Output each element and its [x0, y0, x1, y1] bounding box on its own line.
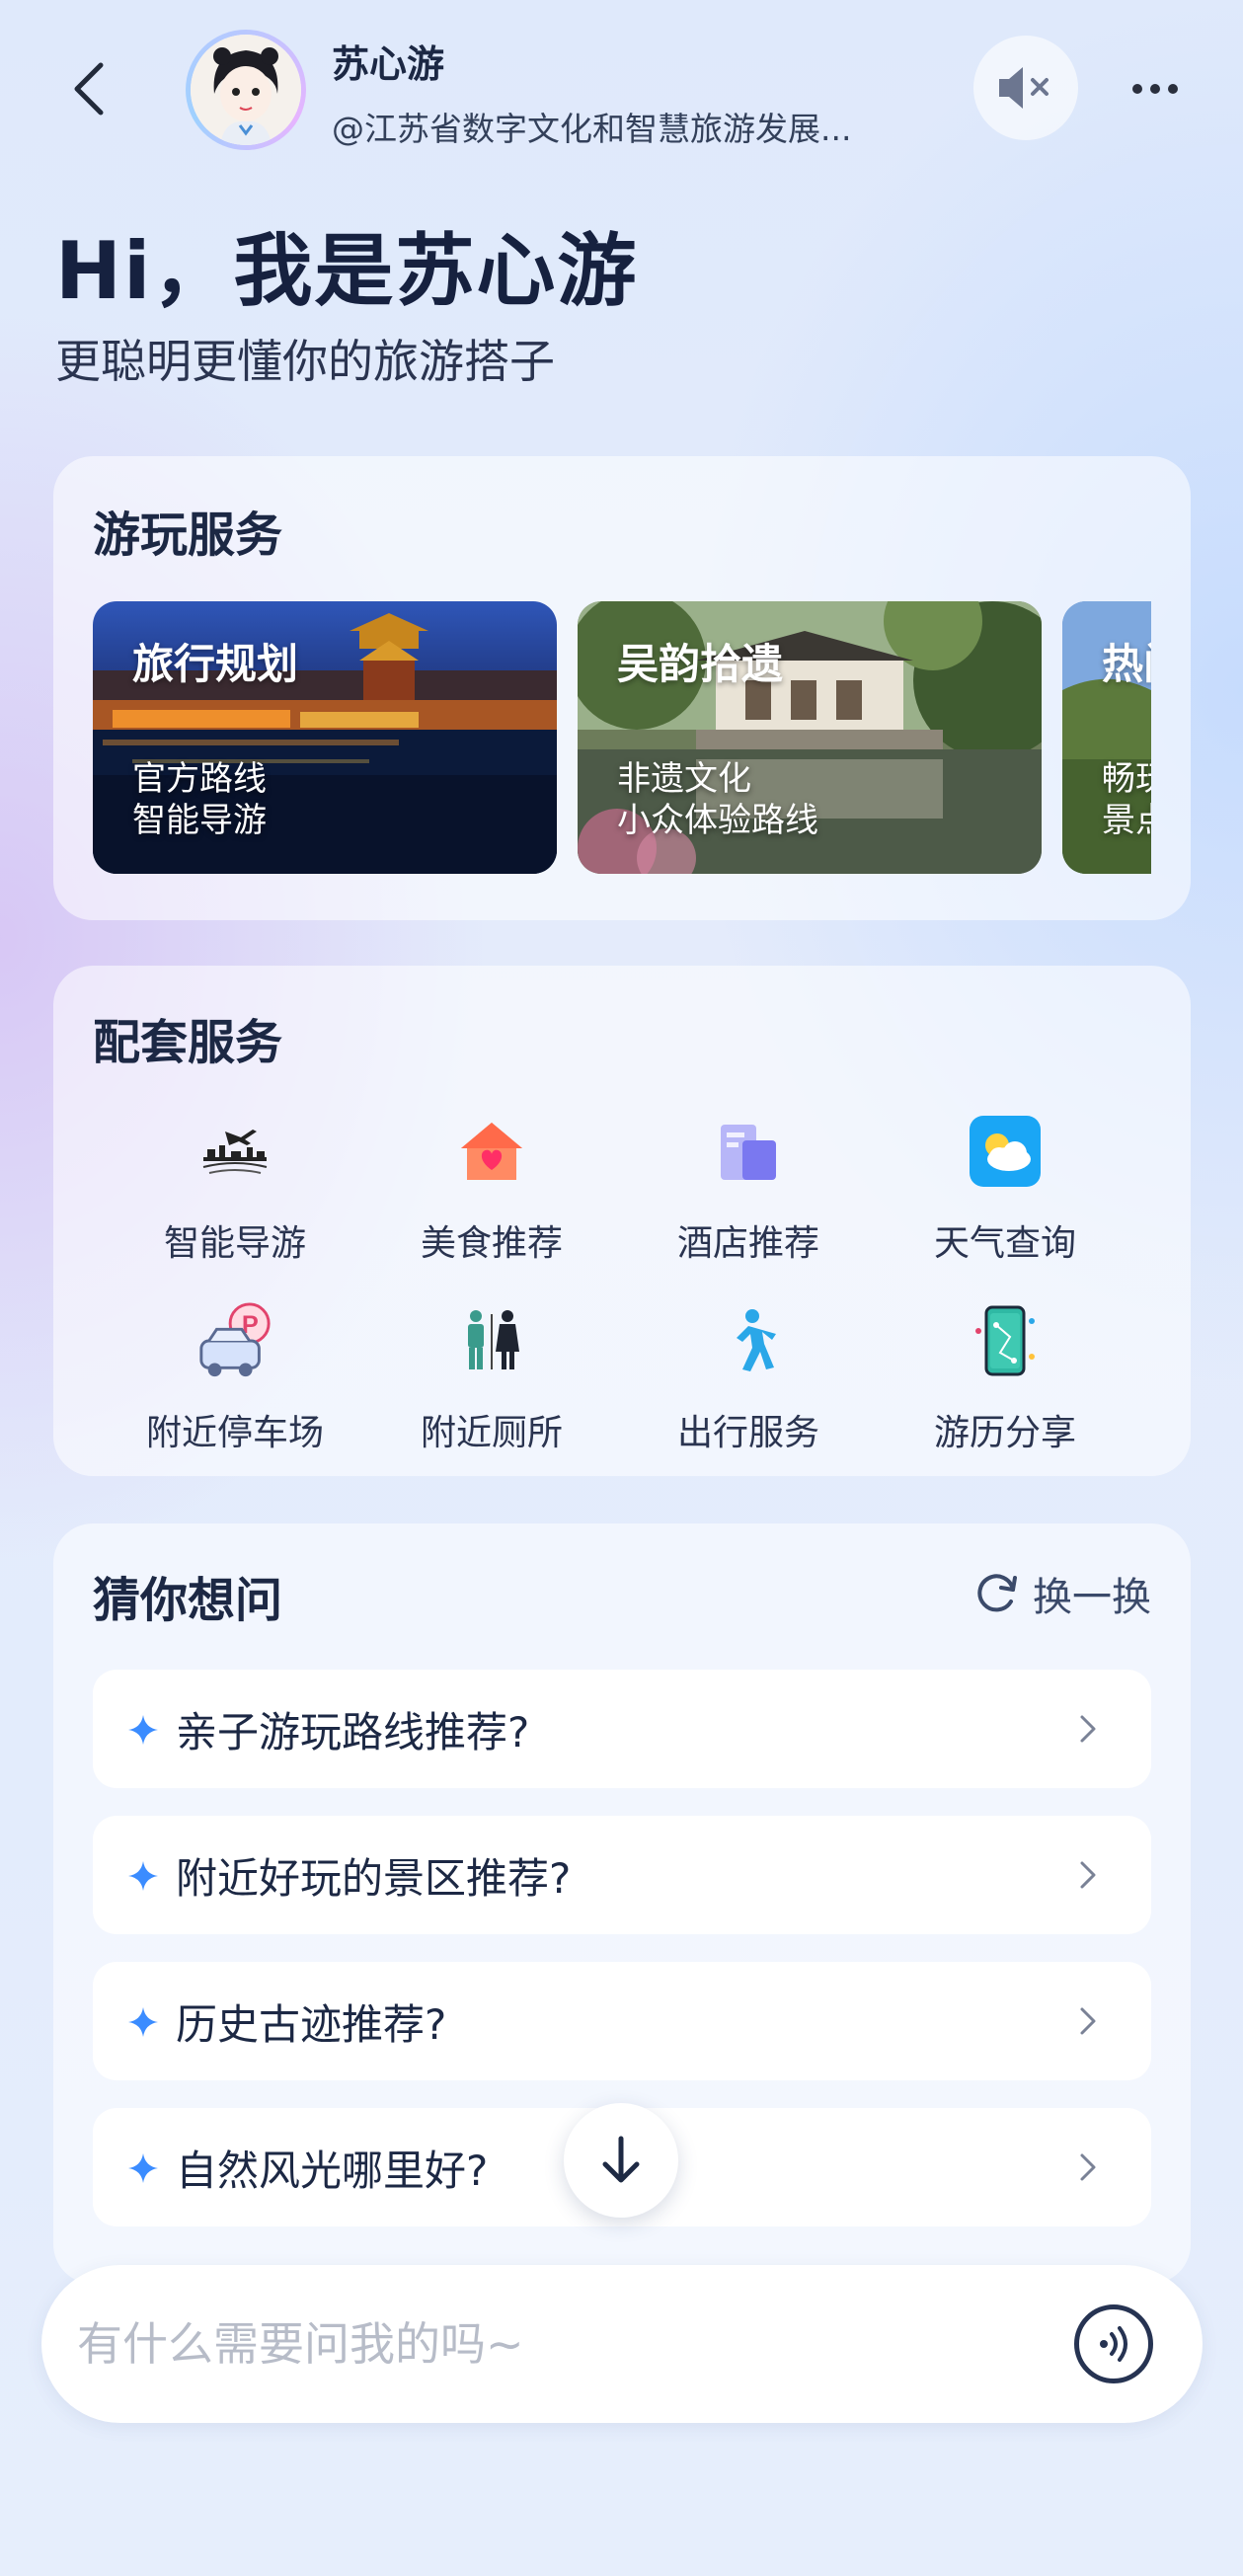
assistant-name: 苏心游	[332, 42, 445, 86]
sparkle-icon	[128, 1861, 158, 1891]
scroll-down-button[interactable]	[564, 2103, 678, 2218]
more-dots-icon	[1132, 84, 1142, 94]
restroom-icon	[452, 1301, 531, 1380]
voice-wave-icon	[1100, 2326, 1127, 2362]
speaker-muted-icon	[999, 67, 1049, 109]
chevron-right-icon	[1080, 1715, 1096, 1743]
question-text: 历史古迹推荐?	[176, 2000, 447, 2049]
service-smart-guide[interactable]: 智能导游	[117, 1112, 353, 1280]
question-item[interactable]: 附近好玩的景区推荐?	[93, 1816, 1151, 1934]
voice-button[interactable]	[1074, 2304, 1153, 2383]
chevron-right-icon	[1080, 1861, 1096, 1889]
refresh-label: 换一换	[1033, 1575, 1151, 1620]
parking-icon: P	[195, 1301, 274, 1380]
travel-guide-icon	[195, 1112, 274, 1191]
avatar[interactable]	[186, 30, 306, 150]
tile-line: 智能导游	[132, 801, 267, 840]
more-button[interactable]	[1126, 67, 1185, 111]
service-label: 附近停车场	[145, 1413, 324, 1453]
play-service-card: 游玩服务 旅行规划 官方路线 智能导游 吴韵拾遗 非遗文化 小众体验路线 热 畅…	[53, 456, 1191, 920]
tile-wuyun-heritage[interactable]: 吴韵拾遗 非遗文化 小众体验路线	[578, 601, 1042, 874]
chevron-right-icon	[1080, 2153, 1096, 2181]
tile-title: 旅行规划	[132, 640, 299, 688]
support-service-title: 配套服务	[93, 1015, 283, 1070]
service-share[interactable]: 游历分享	[887, 1301, 1124, 1469]
tile-title: 吴韵拾遗	[617, 640, 784, 688]
tile-title: 热门	[1102, 640, 1151, 688]
service-label: 天气查询	[933, 1223, 1076, 1264]
mute-button[interactable]	[973, 36, 1078, 140]
hero-title: Hi，我是苏心游	[55, 225, 639, 317]
guess-title: 猜你想问	[93, 1573, 283, 1628]
service-hotel[interactable]: 酒店推荐	[630, 1112, 867, 1280]
play-service-title: 游玩服务	[93, 507, 283, 563]
tile-hot-spots[interactable]: 热门 畅玩 景点	[1062, 601, 1151, 874]
support-service-card: 配套服务 智能导游 美食推荐 酒店推荐 天气查询 P 附近停车场 附近厕所 出行…	[53, 966, 1191, 1476]
service-food[interactable]: 美食推荐	[373, 1112, 610, 1280]
service-travel[interactable]: 出行服务	[630, 1301, 867, 1469]
chevron-left-icon	[74, 62, 104, 116]
back-button[interactable]	[59, 54, 118, 123]
assistant-org: @江苏省数字文化和智慧旅游发展...	[332, 110, 852, 148]
weather-icon	[966, 1112, 1045, 1191]
question-text: 自然风光哪里好?	[176, 2147, 489, 2195]
arrow-down-icon	[602, 2136, 640, 2183]
chat-input-bar	[41, 2265, 1203, 2423]
refresh-button[interactable]: 换一换	[973, 1565, 1151, 1622]
service-parking[interactable]: P 附近停车场	[117, 1301, 353, 1469]
chat-input[interactable]	[77, 2304, 1045, 2383]
share-phone-icon	[966, 1301, 1045, 1380]
chevron-right-icon	[1080, 2007, 1096, 2035]
service-weather[interactable]: 天气查询	[887, 1112, 1124, 1280]
service-label: 美食推荐	[420, 1223, 563, 1264]
walking-person-icon	[709, 1301, 788, 1380]
question-item[interactable]: 亲子游玩路线推荐?	[93, 1670, 1151, 1788]
service-label: 出行服务	[676, 1413, 819, 1453]
tile-travel-planning[interactable]: 旅行规划 官方路线 智能导游	[93, 601, 557, 874]
question-item[interactable]: 历史古迹推荐?	[93, 1962, 1151, 2080]
tile-line: 小众体验路线	[617, 801, 818, 840]
sparkle-icon	[128, 2153, 158, 2183]
sparkle-icon	[128, 1715, 158, 1745]
service-label: 游历分享	[933, 1413, 1076, 1453]
service-restroom[interactable]: 附近厕所	[373, 1301, 610, 1469]
service-label: 附近厕所	[420, 1413, 563, 1453]
top-bar: 苏心游 @江苏省数字文化和智慧旅游发展...	[0, 0, 1243, 178]
question-text: 亲子游玩路线推荐?	[176, 1708, 530, 1756]
service-label: 智能导游	[163, 1223, 306, 1264]
play-service-carousel[interactable]: 旅行规划 官方路线 智能导游 吴韵拾遗 非遗文化 小众体验路线 热 畅 景	[93, 601, 1151, 874]
question-text: 附近好玩的景区推荐?	[176, 1854, 572, 1903]
service-label: 酒店推荐	[676, 1223, 819, 1264]
food-house-icon	[452, 1112, 531, 1191]
hero-subtitle: 更聪明更懂你的旅游搭子	[55, 335, 555, 388]
hotel-building-icon	[709, 1112, 788, 1191]
refresh-icon	[977, 1574, 1017, 1612]
avatar-illustration	[191, 35, 301, 145]
sparkle-icon	[128, 2007, 158, 2037]
tile-line: 景点	[1102, 801, 1151, 840]
